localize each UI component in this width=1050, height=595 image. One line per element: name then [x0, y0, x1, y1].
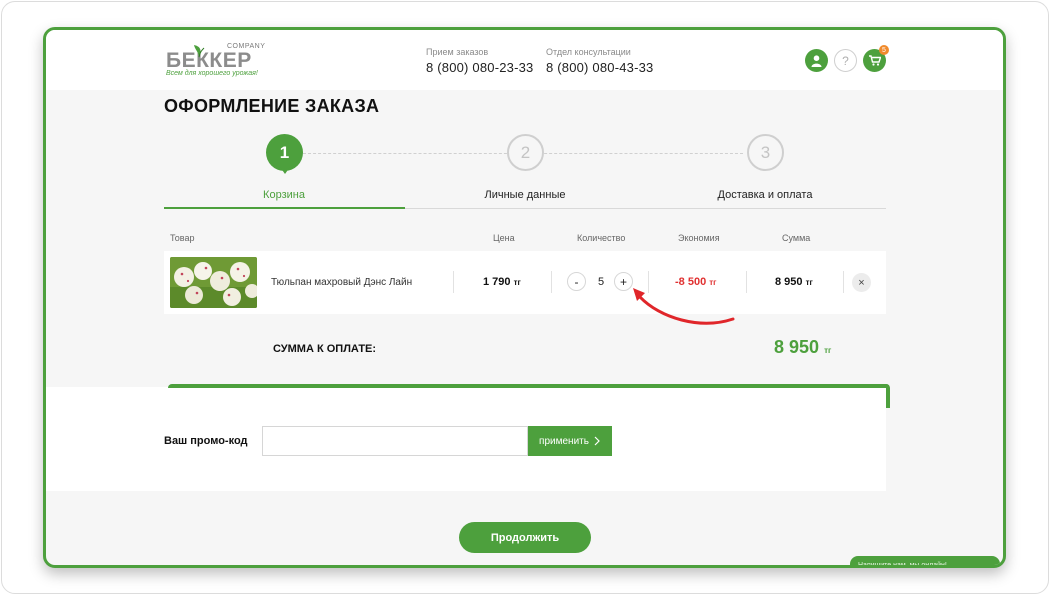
annotation-arrow	[633, 288, 735, 325]
